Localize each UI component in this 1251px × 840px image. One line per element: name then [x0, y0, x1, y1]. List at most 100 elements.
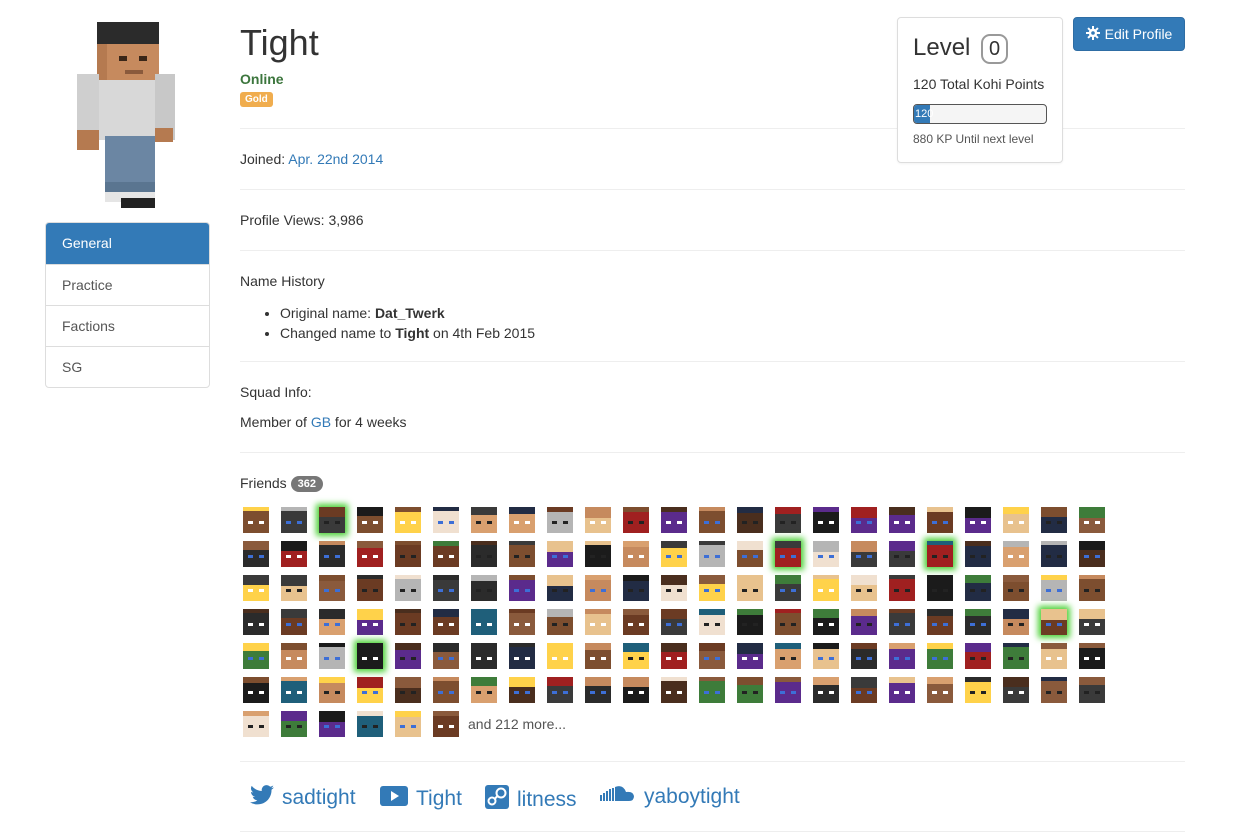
friend-avatar[interactable]	[433, 643, 459, 669]
friend-avatar[interactable]	[927, 643, 953, 669]
friend-avatar[interactable]	[357, 609, 383, 635]
friend-avatar[interactable]	[775, 575, 801, 601]
friend-avatar[interactable]	[699, 507, 725, 533]
friend-avatar[interactable]	[547, 507, 573, 533]
social-soundcloud-link[interactable]: yaboytight	[600, 785, 740, 809]
friend-avatar[interactable]	[547, 575, 573, 601]
friend-avatar[interactable]	[319, 677, 345, 703]
friend-avatar[interactable]	[965, 575, 991, 601]
friend-avatar[interactable]	[319, 643, 345, 669]
friend-avatar[interactable]	[965, 609, 991, 635]
friend-avatar[interactable]	[357, 677, 383, 703]
friend-avatar[interactable]	[813, 575, 839, 601]
friend-avatar[interactable]	[699, 643, 725, 669]
friend-avatar[interactable]	[699, 677, 725, 703]
friend-avatar[interactable]	[775, 507, 801, 533]
friend-avatar[interactable]	[471, 575, 497, 601]
friend-avatar[interactable]	[661, 677, 687, 703]
friend-avatar[interactable]	[509, 609, 535, 635]
friend-avatar[interactable]	[661, 575, 687, 601]
friend-avatar[interactable]	[509, 677, 535, 703]
friend-avatar[interactable]	[661, 541, 687, 567]
friend-avatar[interactable]	[851, 643, 877, 669]
friend-avatar[interactable]	[319, 711, 345, 737]
social-youtube-link[interactable]: Tight	[380, 785, 462, 813]
friend-avatar[interactable]	[547, 643, 573, 669]
friend-avatar[interactable]	[737, 677, 763, 703]
friend-avatar[interactable]	[395, 609, 421, 635]
friend-avatar[interactable]	[775, 643, 801, 669]
friend-avatar[interactable]	[1003, 575, 1029, 601]
friend-avatar[interactable]	[281, 643, 307, 669]
friend-avatar[interactable]	[737, 541, 763, 567]
friend-avatar[interactable]	[965, 677, 991, 703]
friend-avatar[interactable]	[357, 507, 383, 533]
friend-avatar[interactable]	[433, 711, 459, 737]
friend-avatar[interactable]	[585, 677, 611, 703]
friend-avatar[interactable]	[1079, 541, 1105, 567]
friend-avatar[interactable]	[737, 609, 763, 635]
friend-avatar[interactable]	[1003, 507, 1029, 533]
friend-avatar[interactable]	[965, 507, 991, 533]
friend-avatar[interactable]	[623, 677, 649, 703]
friend-avatar[interactable]	[775, 609, 801, 635]
friend-avatar[interactable]	[357, 711, 383, 737]
friend-avatar[interactable]	[319, 609, 345, 635]
friend-avatar[interactable]	[889, 643, 915, 669]
friend-avatar[interactable]	[547, 541, 573, 567]
friend-avatar[interactable]	[319, 541, 345, 567]
friend-avatar[interactable]	[319, 575, 345, 601]
friend-avatar[interactable]	[889, 677, 915, 703]
friend-avatar[interactable]	[509, 507, 535, 533]
friend-avatar[interactable]	[395, 507, 421, 533]
friend-avatar[interactable]	[395, 541, 421, 567]
friend-avatar[interactable]	[661, 643, 687, 669]
friend-avatar[interactable]	[547, 677, 573, 703]
friend-avatar[interactable]	[927, 609, 953, 635]
friend-avatar[interactable]	[433, 609, 459, 635]
friend-avatar[interactable]	[699, 541, 725, 567]
friend-avatar[interactable]	[585, 541, 611, 567]
friend-avatar[interactable]	[737, 575, 763, 601]
friend-avatar[interactable]	[1041, 677, 1067, 703]
friend-avatar[interactable]	[851, 575, 877, 601]
friend-avatar[interactable]	[1079, 643, 1105, 669]
friend-avatar[interactable]	[623, 507, 649, 533]
friend-avatar[interactable]	[395, 575, 421, 601]
friend-avatar[interactable]	[661, 609, 687, 635]
friend-avatar[interactable]	[965, 541, 991, 567]
friend-avatar[interactable]	[851, 541, 877, 567]
friend-avatar[interactable]	[851, 507, 877, 533]
sidebar-item-factions[interactable]: Factions	[46, 305, 209, 346]
friend-avatar[interactable]	[889, 575, 915, 601]
friend-avatar[interactable]	[1079, 575, 1105, 601]
friend-avatar[interactable]	[623, 575, 649, 601]
friend-avatar[interactable]	[889, 609, 915, 635]
friend-avatar[interactable]	[775, 541, 801, 567]
friend-avatar[interactable]	[965, 643, 991, 669]
social-twitter-link[interactable]: sadtight	[250, 785, 356, 811]
friend-avatar[interactable]	[509, 541, 535, 567]
social-steam-link[interactable]: litness	[485, 785, 577, 815]
friend-avatar[interactable]	[813, 643, 839, 669]
friend-avatar[interactable]	[1041, 507, 1067, 533]
friend-avatar[interactable]	[1041, 609, 1067, 635]
friend-avatar[interactable]	[547, 609, 573, 635]
friend-avatar[interactable]	[889, 507, 915, 533]
friend-avatar[interactable]	[1079, 677, 1105, 703]
friend-avatar[interactable]	[927, 541, 953, 567]
friend-avatar[interactable]	[471, 507, 497, 533]
friend-avatar[interactable]	[927, 575, 953, 601]
friend-avatar[interactable]	[813, 507, 839, 533]
more-friends-link[interactable]: and 212 more...	[468, 716, 566, 732]
friend-avatar[interactable]	[281, 677, 307, 703]
friend-avatar[interactable]	[699, 575, 725, 601]
friend-avatar[interactable]	[813, 677, 839, 703]
friend-avatar[interactable]	[1003, 541, 1029, 567]
friend-avatar[interactable]	[471, 643, 497, 669]
friend-avatar[interactable]	[775, 677, 801, 703]
friend-avatar[interactable]	[281, 609, 307, 635]
friend-avatar[interactable]	[471, 677, 497, 703]
friend-avatar[interactable]	[243, 575, 269, 601]
friend-avatar[interactable]	[737, 643, 763, 669]
